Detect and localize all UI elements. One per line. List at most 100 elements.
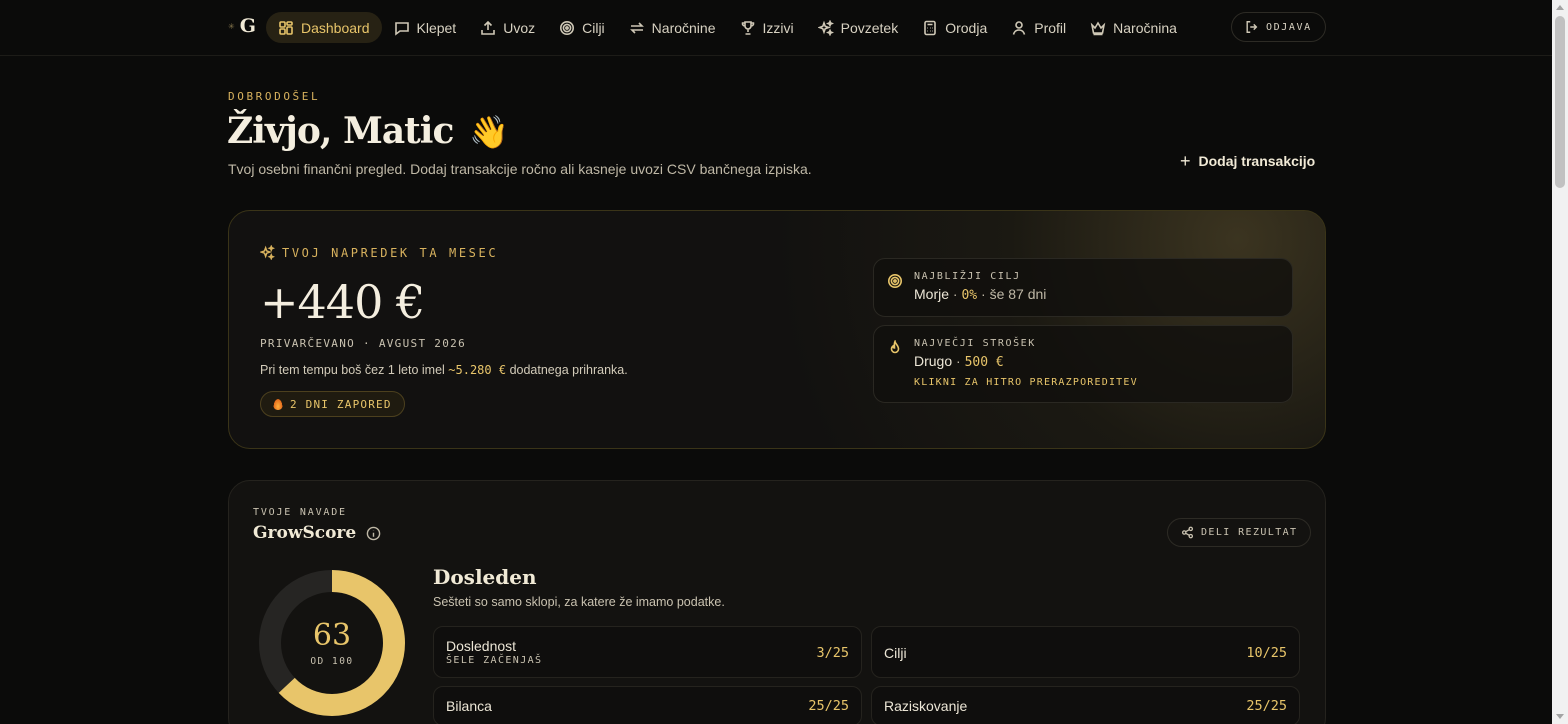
- monthly-progress-card: TVOJ NAPREDEK TA MESEC +440 € PRIVARČEVA…: [228, 210, 1326, 449]
- logo-mark-icon: ✳: [228, 21, 235, 31]
- nav-item-cilji[interactable]: Cilji: [547, 12, 617, 43]
- nav-item-profil[interactable]: Profil: [999, 12, 1078, 43]
- goal-remaining: še 87 dni: [989, 286, 1047, 302]
- progress-card-label: TVOJ NAPREDEK TA MESEC: [260, 245, 498, 260]
- metric-card-raziskovanje: Raziskovanje 25/25: [871, 686, 1300, 724]
- score-level: Dosleden: [433, 565, 537, 589]
- nav-item-povzetek[interactable]: Povzetek: [806, 12, 911, 43]
- nav-item-dashboard[interactable]: Dashboard: [266, 12, 382, 43]
- expense-amount: 500 €: [964, 355, 1004, 370]
- fire-icon: [273, 398, 283, 410]
- metric-name: Bilanca: [446, 698, 492, 714]
- page-scrollbar[interactable]: [1552, 0, 1568, 724]
- add-transaction-label: Dodaj transakcijo: [1198, 153, 1316, 169]
- greeting-text: Živjo, Matic: [227, 110, 454, 152]
- nav-label: Cilji: [582, 19, 605, 36]
- waving-hand-icon: 👋: [468, 113, 509, 151]
- metric-card-doslednost: Doslednost ŠELE ZAČENJAŠ 3/25: [433, 626, 862, 678]
- goal-percent: 0%: [961, 288, 978, 303]
- metric-status: ŠELE ZAČENJAŠ: [446, 655, 543, 666]
- growscore-title: GrowScore: [253, 523, 381, 543]
- scroll-up-icon[interactable]: [1556, 5, 1564, 10]
- share-icon: [1181, 526, 1194, 539]
- reallocate-link[interactable]: KLIKNI ZA HITRO PRERAZPOREDITEV: [914, 377, 1138, 388]
- score-value: 63: [312, 618, 352, 653]
- welcome-eyebrow: DOBRODOŠEL: [228, 90, 321, 103]
- scroll-down-icon[interactable]: [1556, 714, 1564, 719]
- metric-card-cilji: Cilji 10/25: [871, 626, 1300, 678]
- saved-amount: +440 €: [260, 275, 425, 329]
- sparkles-icon: [260, 245, 275, 260]
- nav-label: Dashboard: [301, 19, 370, 36]
- metric-name: Cilji: [884, 645, 907, 661]
- info-icon[interactable]: [366, 526, 381, 541]
- crown-icon: [1090, 20, 1106, 35]
- nav-label: Povzetek: [840, 19, 899, 36]
- growscore-card: TVOJE NAVADE GrowScore DELI REZULTAT 63 …: [228, 480, 1326, 724]
- nearest-goal-value: Morje · 0% · še 87 dni: [914, 286, 1047, 303]
- sparkles-icon: [817, 19, 834, 36]
- target-icon: [560, 20, 575, 35]
- chat-icon: [394, 21, 409, 36]
- nav-label: Klepet: [416, 19, 457, 36]
- growscore-eyebrow: TVOJE NAVADE: [253, 507, 347, 518]
- expense-category: Drugo: [914, 353, 953, 369]
- nav-item-narocnine[interactable]: Naročnine: [617, 12, 728, 43]
- biggest-expense-label: NAJVEČJI STROŠEK: [914, 338, 1036, 349]
- metric-score: 25/25: [1246, 698, 1287, 714]
- share-label: DELI REZULTAT: [1201, 527, 1298, 538]
- calculator-icon: [924, 20, 937, 35]
- scrollbar-thumb[interactable]: [1555, 16, 1565, 188]
- metric-name: Raziskovanje: [884, 698, 968, 714]
- add-transaction-button[interactable]: + Dodaj transakcijo: [1180, 152, 1315, 170]
- trophy-icon: [741, 20, 754, 35]
- repeat-icon: [629, 21, 644, 34]
- nav-label: Profil: [1034, 19, 1067, 36]
- nav-item-izzivi[interactable]: Izzivi: [728, 12, 806, 43]
- metric-score: 3/25: [816, 645, 849, 661]
- projection-text: Pri tem tempu boš čez 1 leto imel ~5.280…: [260, 363, 628, 377]
- nav-label: Naročnina: [1113, 19, 1177, 36]
- logout-label: ODJAVA: [1266, 21, 1312, 33]
- projection-suffix: dodatnega prihranka.: [509, 363, 628, 377]
- upload-icon: [481, 20, 496, 35]
- user-icon: [1012, 20, 1026, 35]
- metric-name: Doslednost: [446, 638, 517, 654]
- score-max: OD 100: [310, 656, 354, 667]
- top-nav: ✳ G Dashboard Klepet Uvoz Cilji Naročnin…: [0, 0, 1552, 56]
- metric-card-bilanca: Bilanca 25/25: [433, 686, 862, 724]
- goal-name: Morje: [914, 286, 950, 302]
- nav-item-orodja[interactable]: Orodja: [910, 12, 999, 43]
- nav-label: Naročnine: [651, 19, 716, 36]
- nearest-goal-box[interactable]: NAJBLIŽJI CILJ Morje · 0% · še 87 dni: [873, 258, 1293, 317]
- logo[interactable]: ✳ G: [228, 15, 256, 37]
- nearest-goal-label: NAJBLIŽJI CILJ: [914, 271, 1021, 282]
- projection-prefix: Pri tem tempu boš čez 1 leto imel: [260, 363, 445, 377]
- share-result-button[interactable]: DELI REZULTAT: [1167, 518, 1312, 547]
- nav-item-uvoz[interactable]: Uvoz: [468, 12, 547, 43]
- grid-icon: [279, 20, 293, 35]
- plus-icon: +: [1180, 151, 1191, 171]
- nav-item-klepet[interactable]: Klepet: [382, 12, 469, 43]
- logout-icon: [1246, 21, 1258, 33]
- projection-value: ~5.280 €: [448, 363, 507, 377]
- metric-score: 10/25: [1246, 645, 1287, 661]
- nav-label: Orodja: [945, 19, 988, 36]
- target-icon: [887, 273, 903, 289]
- logout-button[interactable]: ODJAVA: [1231, 12, 1326, 42]
- progress-label-text: TVOJ NAPREDEK TA MESEC: [282, 245, 499, 260]
- nav-label: Uvoz: [503, 19, 536, 36]
- nav-label: Izzivi: [762, 19, 794, 36]
- nav-item-narocnina[interactable]: Naročnina: [1078, 12, 1189, 43]
- biggest-expense-box[interactable]: NAJVEČJI STROŠEK Drugo · 500 € KLIKNI ZA…: [873, 325, 1293, 403]
- score-description: Sešteti so samo sklopi, za katere že ima…: [433, 595, 725, 609]
- flame-icon: [887, 339, 903, 356]
- page-title: Živjo, Matic 👋: [227, 110, 509, 152]
- biggest-expense-value: Drugo · 500 €: [914, 353, 1004, 370]
- growscore-title-text: GrowScore: [253, 523, 357, 543]
- metric-score: 25/25: [808, 698, 849, 714]
- streak-text: 2 DNI ZAPORED: [290, 397, 392, 411]
- logo-text: G: [239, 15, 256, 37]
- nav-items: Dashboard Klepet Uvoz Cilji Naročnine Iz…: [266, 12, 1189, 43]
- saved-period: PRIVARČEVANO · AVGUST 2026: [260, 337, 466, 350]
